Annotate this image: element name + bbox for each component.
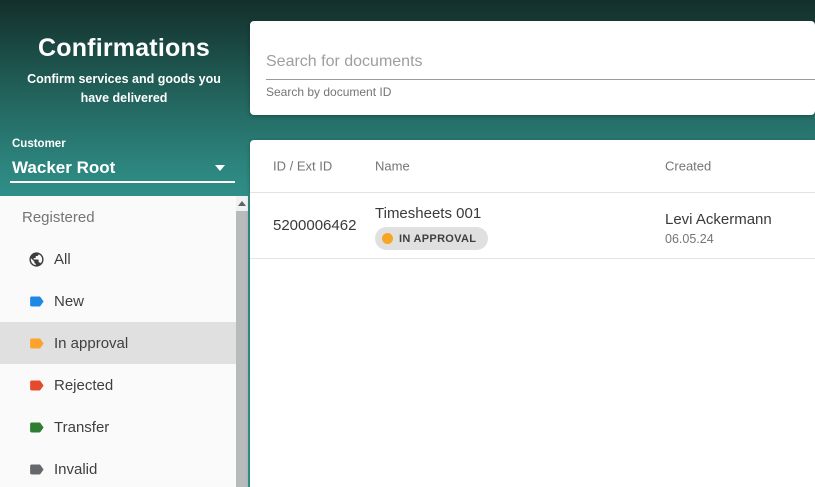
documents-table: ID / Ext ID Name Created 5200006462 Time… — [250, 140, 815, 487]
created-date: 06.05.24 — [665, 232, 714, 246]
chevron-down-icon — [215, 165, 225, 171]
column-header-id: ID / Ext ID — [273, 159, 332, 174]
status-badge-label: IN APPROVAL — [399, 233, 476, 245]
sidebar-item-transfer[interactable]: Transfer — [0, 406, 236, 448]
nav-section-label: Registered — [0, 196, 236, 238]
status-dot-icon — [382, 233, 393, 244]
sidebar-item-label: In approval — [54, 335, 128, 352]
scroll-up-button[interactable] — [236, 196, 248, 209]
page-title: Confirmations — [0, 0, 248, 63]
search-input[interactable] — [266, 44, 815, 80]
sidebar-item-label: New — [54, 293, 84, 310]
customer-label: Customer — [12, 138, 66, 150]
page-subtitle: Confirm services and goods you have deli… — [13, 70, 235, 109]
globe-icon — [28, 251, 45, 268]
label-icon — [28, 293, 45, 310]
document-name: Timesheets 001 — [375, 205, 481, 222]
app-root: Confirmations Confirm services and goods… — [0, 0, 815, 487]
status-badge: IN APPROVAL — [375, 227, 488, 250]
label-icon — [28, 335, 45, 352]
sidebar-item-in-approval[interactable]: In approval — [0, 322, 236, 364]
sidebar-item-all[interactable]: All — [0, 238, 236, 280]
label-icon — [28, 377, 45, 394]
sidebar-nav: Registered All New In approval Rejected — [0, 196, 236, 487]
sidebar-item-new[interactable]: New — [0, 280, 236, 322]
table-header-row: ID / Ext ID Name Created — [250, 140, 815, 193]
sidebar-item-label: All — [54, 251, 71, 268]
scroll-up-arrow-icon — [238, 201, 246, 206]
sidebar-item-invalid[interactable]: Invalid — [0, 448, 236, 487]
sidebar-header: Confirmations Confirm services and goods… — [0, 0, 248, 196]
search-helper-text: Search by document ID — [266, 85, 391, 99]
document-id: 5200006462 — [273, 217, 356, 234]
table-row[interactable]: 5200006462 Timesheets 001 IN APPROVAL Le… — [250, 193, 815, 259]
column-header-created: Created — [665, 159, 711, 174]
scrollbar-thumb[interactable] — [236, 211, 248, 487]
sidebar-item-label: Rejected — [54, 377, 113, 394]
customer-value: Wacker Root — [12, 158, 115, 178]
sidebar-item-rejected[interactable]: Rejected — [0, 364, 236, 406]
customer-select-underline — [10, 181, 235, 183]
sidebar-item-label: Transfer — [54, 419, 109, 436]
customer-select[interactable]: Wacker Root — [12, 154, 235, 181]
sidebar-item-label: Invalid — [54, 461, 97, 478]
column-header-name: Name — [375, 159, 410, 174]
created-by: Levi Ackermann — [665, 211, 772, 228]
sidebar-scrollbar[interactable] — [236, 196, 248, 487]
search-card: Search by document ID — [250, 21, 815, 115]
label-icon — [28, 419, 45, 436]
label-icon — [28, 461, 45, 478]
